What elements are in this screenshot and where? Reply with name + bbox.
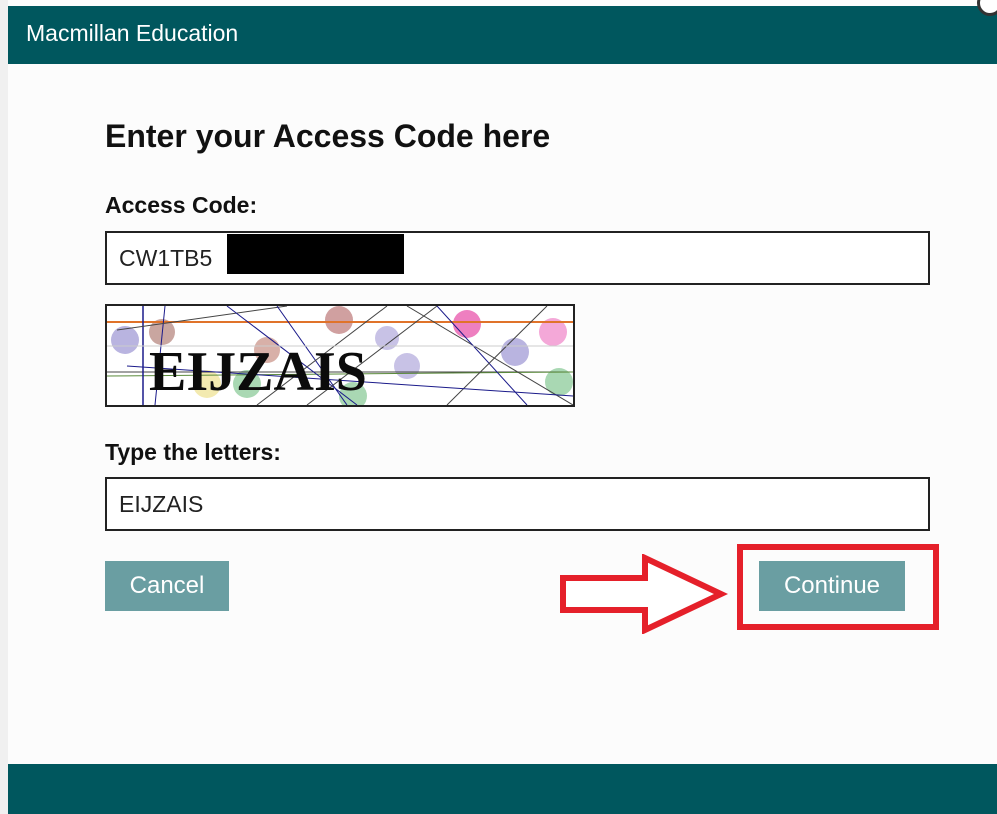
page-title: Enter your Access Code here bbox=[105, 118, 551, 154]
type-letters-label: Type the letters: bbox=[105, 439, 281, 465]
dialog-footer bbox=[8, 764, 997, 814]
captcha-image: EIJZAIS bbox=[105, 304, 575, 407]
access-code-label: Access Code: bbox=[105, 192, 258, 218]
captcha-text: EIJZAIS bbox=[149, 341, 367, 403]
dialog-header: Macmillan Education bbox=[8, 6, 997, 64]
arrow-right-icon bbox=[560, 554, 729, 634]
continue-button[interactable]: Continue bbox=[759, 561, 905, 611]
captcha-graphic: EIJZAIS bbox=[107, 306, 573, 405]
cancel-button[interactable]: Cancel bbox=[105, 561, 229, 611]
type-letters-input[interactable]: EIJZAIS bbox=[105, 477, 930, 531]
access-code-dialog: Macmillan Education Enter your Access Co… bbox=[8, 0, 997, 814]
redaction-block bbox=[227, 234, 404, 274]
dialog-title: Macmillan Education bbox=[26, 20, 239, 46]
